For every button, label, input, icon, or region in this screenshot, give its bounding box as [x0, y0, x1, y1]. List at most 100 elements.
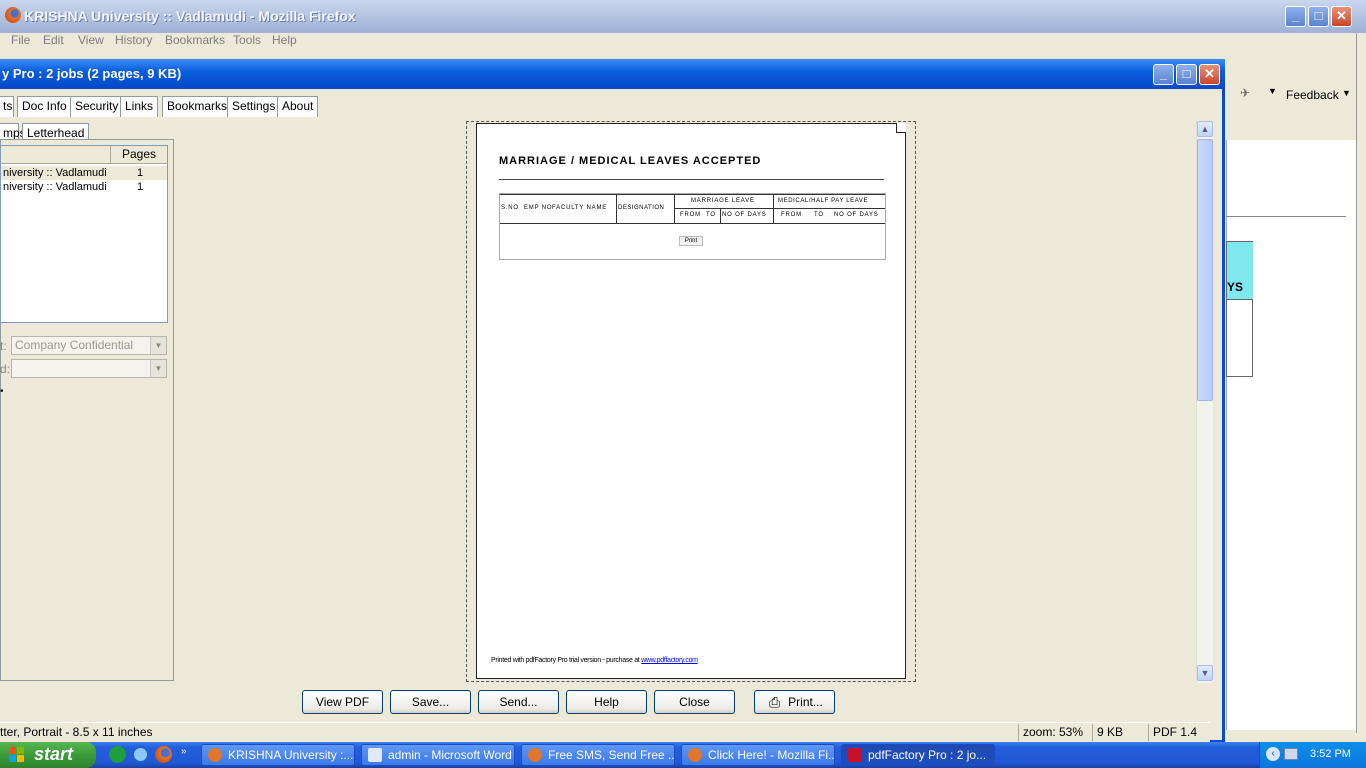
- maximize-icon[interactable]: □: [1308, 6, 1329, 27]
- sub-days: NO OF DAYS: [722, 212, 767, 218]
- pdf-maximize-icon[interactable]: □: [1176, 64, 1197, 85]
- doc-print-button: Print: [679, 236, 703, 246]
- menu-tools[interactable]: Tools: [233, 33, 261, 47]
- send-button[interactable]: Send...: [478, 690, 559, 714]
- bug-icon[interactable]: ✈: [1240, 86, 1250, 100]
- job-row[interactable]: niversity :: Vadlamudi 1: [1, 180, 167, 194]
- start-button[interactable]: start: [0, 742, 96, 768]
- close-button[interactable]: Close: [654, 690, 735, 714]
- tab-about[interactable]: About: [277, 96, 319, 117]
- menu-history[interactable]: History: [115, 33, 152, 47]
- task-label: Click Here! - Mozilla Fi...: [708, 748, 835, 762]
- table-rule: [616, 194, 617, 223]
- tab-links[interactable]: Links: [120, 96, 159, 117]
- pdf-icon: [848, 748, 862, 762]
- job-list[interactable]: Pages niversity :: Vadlamudi 1 niversity…: [0, 145, 168, 323]
- scroll-down-icon[interactable]: ▼: [1197, 665, 1213, 681]
- word-icon: [368, 748, 382, 762]
- help-button[interactable]: Help: [566, 690, 647, 714]
- menu-bookmarks[interactable]: Bookmarks: [165, 33, 225, 47]
- col-sno: S.NO: [501, 205, 519, 211]
- menu-help[interactable]: Help: [272, 33, 297, 47]
- firefox-icon: [688, 748, 702, 762]
- feedback-button[interactable]: Feedback: [1286, 88, 1339, 102]
- tab-ts[interactable]: ts: [0, 96, 14, 117]
- task-label: Free SMS, Send Free ...: [548, 748, 675, 762]
- job-pages: 1: [137, 181, 144, 193]
- clock[interactable]: 3:52 PM: [1310, 748, 1351, 760]
- save-button[interactable]: Save...: [390, 690, 471, 714]
- job-list-pages-header[interactable]: Pages: [110, 146, 167, 163]
- feedback-dropdown-icon[interactable]: ▼: [1342, 88, 1351, 98]
- task-microsoft-word[interactable]: admin - Microsoft Word: [361, 744, 515, 766]
- start-label: start: [34, 744, 74, 764]
- col-marriage: MARRIAGE LEAVE: [691, 198, 755, 204]
- pdf-minimize-icon[interactable]: _: [1153, 64, 1174, 85]
- table-rule: [500, 194, 885, 195]
- quicklaunch-utorrent-icon[interactable]: [109, 746, 126, 763]
- firefox-icon: [5, 7, 21, 23]
- stamp-label: t:: [0, 339, 7, 353]
- printer-icon: ⎙: [769, 694, 781, 710]
- firefox-titlebar[interactable]: KRISHNA University :: Vadlamudi - Mozill…: [0, 0, 1366, 33]
- chevron-down-icon[interactable]: ▼: [150, 337, 166, 354]
- col-medical: MEDICAL/HALF PAY LEAVE: [778, 198, 869, 204]
- tab-doc-info[interactable]: Doc Info: [17, 96, 72, 117]
- scroll-up-icon[interactable]: ▲: [1197, 121, 1213, 137]
- pdffactory-title: y Pro : 2 jobs (2 pages, 9 KB): [2, 66, 182, 81]
- table-header-cell: YS: [1227, 242, 1253, 300]
- tab-settings[interactable]: Settings: [227, 96, 281, 117]
- leave-table: S.NO EMP NO FACULTY NAME DESIGNATION MAR…: [499, 193, 886, 260]
- doc-heading: MARRIAGE / MEDICAL LEAVES ACCEPTED: [499, 155, 762, 167]
- page-divider: [1226, 216, 1346, 217]
- quicklaunch-more-icon[interactable]: »: [181, 746, 187, 757]
- quicklaunch-firefox-icon[interactable]: [155, 746, 172, 763]
- trial-footer: Printed with pdfFactory Pro trial versio…: [491, 657, 698, 664]
- dropdown-icon[interactable]: ▼: [1268, 86, 1277, 96]
- firefox-menubar: File Edit View History Bookmarks Tools H…: [0, 33, 1366, 53]
- quicklaunch-ie-icon[interactable]: [132, 746, 149, 763]
- print-button[interactable]: ⎙ Print...: [754, 690, 835, 714]
- menu-file[interactable]: File: [11, 33, 30, 47]
- chevron-down-icon[interactable]: ▼: [150, 360, 166, 377]
- firefox-scrollbar-strip[interactable]: [1356, 33, 1366, 733]
- field2-label: d:: [0, 362, 11, 376]
- tab-bookmarks[interactable]: Bookmarks: [162, 96, 233, 117]
- minimize-icon[interactable]: _: [1285, 6, 1306, 27]
- job-row[interactable]: niversity :: Vadlamudi 1: [1, 166, 167, 180]
- task-free-sms[interactable]: Free SMS, Send Free ...: [521, 744, 675, 766]
- print-button-label: Print...: [788, 695, 823, 709]
- pdf-page: MARRIAGE / MEDICAL LEAVES ACCEPTED S.NO …: [476, 123, 906, 679]
- view-pdf-button[interactable]: View PDF: [302, 690, 383, 714]
- pdf-close-icon[interactable]: ✕: [1199, 64, 1220, 85]
- network-icon[interactable]: [1284, 748, 1298, 760]
- sub-to: TO: [706, 212, 716, 218]
- menu-view[interactable]: View: [78, 33, 104, 47]
- tray-expand-icon[interactable]: ‹: [1266, 747, 1280, 761]
- col-faculty: FACULTY NAME: [552, 205, 608, 211]
- close-icon[interactable]: ✕: [1331, 6, 1352, 27]
- scroll-thumb[interactable]: [1197, 139, 1213, 401]
- menu-edit[interactable]: Edit: [43, 33, 64, 47]
- firefox-title: KRISHNA University :: Vadlamudi - Mozill…: [24, 8, 356, 24]
- firefox-icon: [208, 748, 222, 762]
- field2-select[interactable]: ▼: [11, 359, 167, 378]
- status-bar: tter, Portrait - 8.5 x 11 inches zoom: 5…: [0, 722, 1210, 742]
- trial-footer-link[interactable]: www.pdffactory.com: [641, 657, 698, 664]
- job-pages: 1: [137, 167, 144, 179]
- tab-security[interactable]: Security: [70, 96, 124, 117]
- col-empno: EMP NO: [524, 205, 553, 211]
- table-rule: [720, 209, 721, 223]
- task-krishna-university[interactable]: KRISHNA University :...: [201, 744, 355, 766]
- table-rule: [500, 223, 885, 224]
- job-name: niversity :: Vadlamudi: [3, 181, 107, 193]
- task-label: KRISHNA University :...: [228, 748, 354, 762]
- task-click-here[interactable]: Click Here! - Mozilla Fi...: [681, 744, 835, 766]
- status-paper: tter, Portrait - 8.5 x 11 inches: [0, 725, 153, 739]
- stamp-value: Company Confidential: [15, 338, 134, 352]
- pdffactory-titlebar[interactable]: y Pro : 2 jobs (2 pages, 9 KB) _ □ ✕: [0, 59, 1225, 89]
- stamp-select[interactable]: Company Confidential ▼: [11, 336, 167, 355]
- preview-scrollbar[interactable]: ▲ ▼: [1196, 121, 1213, 683]
- page-fold: [896, 123, 906, 133]
- task-pdffactory[interactable]: pdfFactory Pro : 2 jo...: [841, 744, 995, 766]
